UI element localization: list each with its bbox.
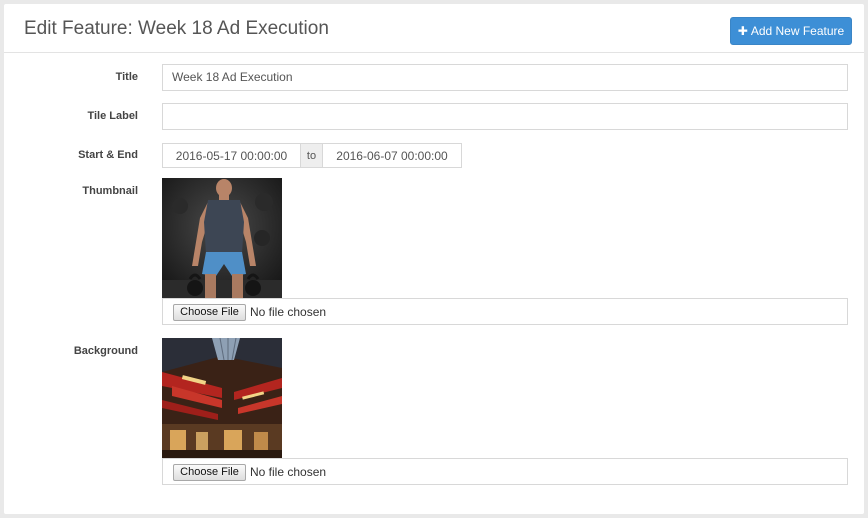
page-title: Edit Feature: Week 18 Ad Execution: [24, 18, 329, 39]
start-end-label: Start & End: [78, 149, 138, 161]
background-image: [162, 338, 282, 458]
edit-feature-panel: Edit Feature: Week 18 Ad Execution ✚ Add …: [4, 4, 864, 514]
thumbnail-label: Thumbnail: [82, 185, 138, 197]
title-label: Title: [115, 71, 138, 83]
plus-icon: ✚: [737, 24, 748, 38]
background-file-input: Choose File No file chosen: [162, 458, 848, 485]
thumbnail-file-input: Choose File No file chosen: [162, 298, 848, 325]
tile-label-label: Tile Label: [87, 110, 138, 122]
thumbnail-image: [162, 178, 282, 298]
end-date-input[interactable]: 2016-06-07 00:00:00: [322, 143, 462, 168]
tile-label-input[interactable]: [162, 103, 848, 130]
add-new-feature-button[interactable]: ✚ Add New Feature: [730, 17, 852, 45]
background-choose-file-button[interactable]: Choose File: [173, 464, 246, 481]
start-date-input[interactable]: 2016-05-17 00:00:00: [162, 143, 301, 168]
add-new-feature-label: Add New Feature: [750, 24, 845, 38]
title-input[interactable]: Week 18 Ad Execution: [162, 64, 848, 91]
background-label: Background: [73, 345, 138, 357]
thumbnail-choose-file-button[interactable]: Choose File: [173, 304, 246, 321]
background-file-status: No file chosen: [250, 465, 327, 479]
thumbnail-file-status: No file chosen: [250, 305, 327, 319]
panel-header: Edit Feature: Week 18 Ad Execution ✚ Add …: [4, 4, 864, 53]
date-range-separator: to: [301, 143, 322, 168]
